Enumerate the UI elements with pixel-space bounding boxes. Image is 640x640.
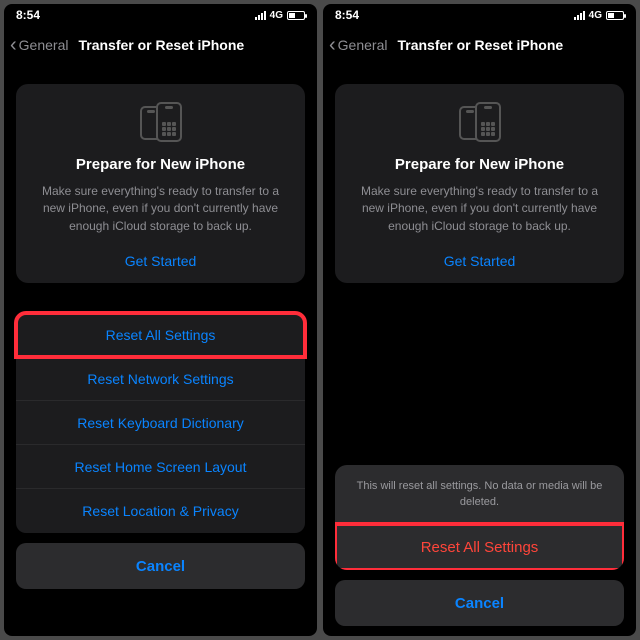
battery-icon xyxy=(606,11,624,20)
screenshot-left: 8:54 ؜ 4G ‹ General Transfer or Reset iP… xyxy=(4,4,317,636)
content: Prepare for New iPhone Make sure everyth… xyxy=(323,64,636,636)
nav-bar: ‹ General Transfer or Reset iPhone xyxy=(323,26,636,64)
chevron-left-icon[interactable]: ‹ xyxy=(329,34,336,57)
status-bar: 8:54 ؜ 4G xyxy=(4,4,317,26)
content: Prepare for New iPhone Make sure everyth… xyxy=(4,64,317,636)
card-title: Prepare for New iPhone xyxy=(30,156,291,173)
cancel-button[interactable]: Cancel xyxy=(335,580,624,626)
devices-icon xyxy=(349,102,610,142)
card-description: Make sure everything's ready to transfer… xyxy=(30,183,291,235)
prepare-card: Prepare for New iPhone Make sure everyth… xyxy=(16,84,305,283)
reset-all-settings-option[interactable]: Reset All Settings xyxy=(16,313,305,357)
confirm-message: This will reset all settings. No data or… xyxy=(335,465,624,524)
get-started-link[interactable]: Get Started xyxy=(30,253,291,269)
page-title: Transfer or Reset iPhone xyxy=(397,37,563,53)
battery-icon xyxy=(287,11,305,20)
chevron-left-icon[interactable]: ‹ xyxy=(10,34,17,57)
signal-icon xyxy=(255,11,266,20)
reset-keyboard-dictionary-option[interactable]: Reset Keyboard Dictionary xyxy=(16,401,305,445)
status-bar: 8:54 ؜ 4G xyxy=(323,4,636,26)
reset-network-settings-option[interactable]: Reset Network Settings xyxy=(16,357,305,401)
card-description: Make sure everything's ready to transfer… xyxy=(349,183,610,235)
back-button[interactable]: General xyxy=(19,37,69,53)
page-title: Transfer or Reset iPhone xyxy=(78,37,244,53)
reset-home-screen-layout-option[interactable]: Reset Home Screen Layout xyxy=(16,445,305,489)
signal-icon xyxy=(574,11,585,20)
reset-options-list: Reset All Settings Reset Network Setting… xyxy=(16,313,305,533)
cancel-button[interactable]: Cancel xyxy=(16,543,305,589)
status-right: 4G xyxy=(255,10,305,21)
network-label: 4G xyxy=(270,10,283,21)
confirm-reset-button[interactable]: Reset All Settings xyxy=(335,524,624,570)
status-time: 8:54 ؜ xyxy=(16,8,43,22)
nav-bar: ‹ General Transfer or Reset iPhone xyxy=(4,26,317,64)
get-started-link[interactable]: Get Started xyxy=(349,253,610,269)
devices-icon xyxy=(30,102,291,142)
network-label: 4G xyxy=(589,10,602,21)
screenshot-right: 8:54 ؜ 4G ‹ General Transfer or Reset iP… xyxy=(323,4,636,636)
back-button[interactable]: General xyxy=(338,37,388,53)
status-right: 4G xyxy=(574,10,624,21)
status-time: 8:54 ؜ xyxy=(335,8,362,22)
prepare-card: Prepare for New iPhone Make sure everyth… xyxy=(335,84,624,283)
reset-location-privacy-option[interactable]: Reset Location & Privacy xyxy=(16,489,305,533)
card-title: Prepare for New iPhone xyxy=(349,156,610,173)
confirm-sheet: This will reset all settings. No data or… xyxy=(335,465,624,570)
